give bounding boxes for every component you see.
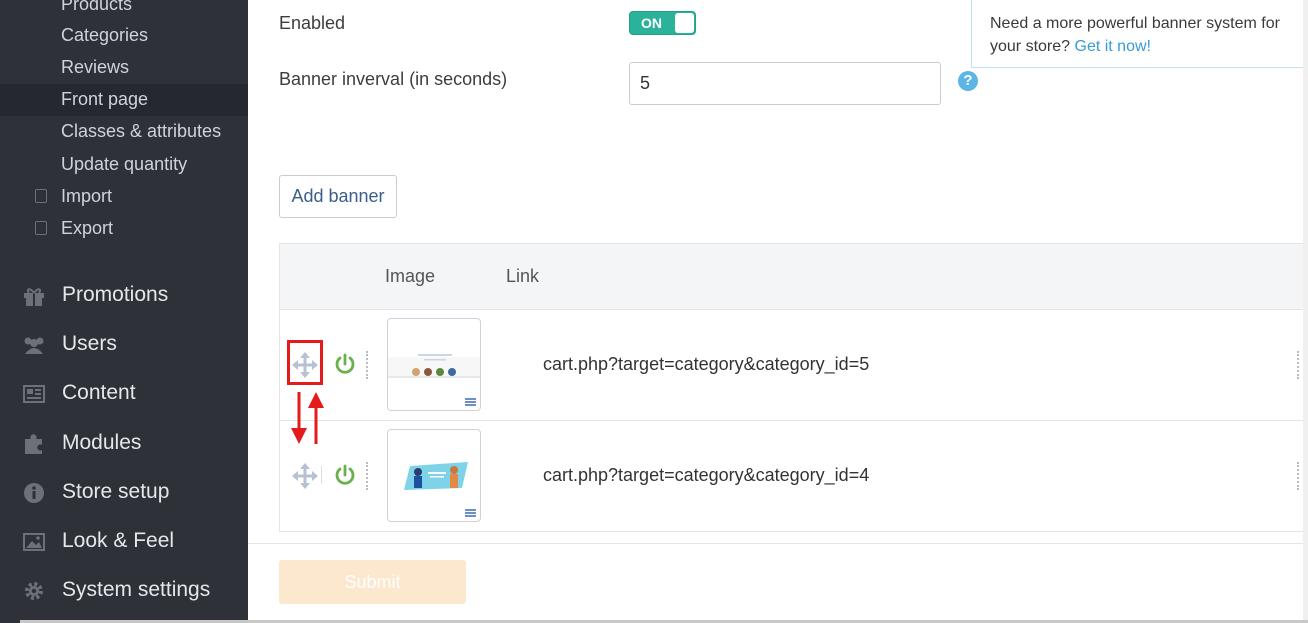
row-divider [321, 466, 324, 484]
sidebar-item-users[interactable]: Users [0, 324, 248, 364]
newspaper-icon [23, 385, 45, 403]
column-header-link: Link [506, 266, 540, 286]
nav-label-modules: Modules [62, 431, 142, 454]
nav-label-store-setup: Store setup [62, 480, 170, 503]
vertical-scrollbar[interactable] [1303, 0, 1308, 623]
import-icon [35, 189, 47, 203]
row-actions-handle[interactable] [1297, 462, 1300, 490]
sidebar-item-export[interactable]: Export [61, 218, 113, 239]
nav-label-look-feel: Look & Feel [62, 529, 175, 552]
sidebar-item-store-setup[interactable]: Store setup [0, 472, 248, 512]
puzzle-icon [25, 434, 42, 454]
gear-icon [25, 582, 43, 600]
power-icon[interactable] [334, 353, 356, 375]
sidebar-item-reviews[interactable]: Reviews [61, 57, 129, 78]
sidebar-item-promotions[interactable]: Promotions [0, 275, 248, 315]
toggle-knob [675, 13, 694, 33]
sidebar-item-products[interactable]: Products [61, 0, 132, 15]
enabled-toggle[interactable]: ON [629, 11, 696, 35]
drag-arrows-icon [291, 392, 324, 444]
sidebar-item-content[interactable]: Content [0, 373, 248, 413]
thumbnail-menu-icon[interactable] [465, 509, 476, 517]
row-divider [366, 462, 369, 490]
banner-thumbnail[interactable] [387, 318, 481, 411]
nav-label-system-settings: System settings [62, 578, 211, 601]
add-banner-button[interactable]: Add banner [279, 175, 397, 218]
interval-label: Banner inverval (in seconds) [279, 69, 508, 89]
column-header-image: Image [385, 266, 436, 286]
toggle-text: ON [641, 15, 662, 31]
users-icon [24, 337, 44, 354]
sidebar: Products Categories Reviews Front page C… [0, 0, 248, 623]
banner-table: Image Link cart.php?target=category&cate… [279, 243, 1308, 532]
sidebar-item-system-settings[interactable]: System settings [0, 570, 248, 610]
sidebar-item-update-quantity[interactable]: Update quantity [61, 154, 187, 175]
thumbnail-menu-icon[interactable] [465, 398, 476, 406]
enabled-label: Enabled [279, 13, 346, 33]
sidebar-item-front-page[interactable]: Front page [61, 89, 148, 110]
info-icon [24, 483, 44, 503]
main-content: Enabled ON Banner inverval (in seconds) … [248, 0, 1308, 623]
nav-label-content: Content [62, 381, 136, 404]
help-icon[interactable]: ? [958, 71, 978, 91]
promo-link[interactable]: Get it now! [1075, 38, 1151, 55]
row-divider [366, 351, 369, 379]
sidebar-item-import[interactable]: Import [61, 186, 112, 207]
move-handle-highlight [287, 340, 323, 385]
nav-label-users: Users [62, 332, 117, 355]
picture-icon [23, 533, 45, 551]
gift-icon [24, 288, 44, 306]
row-actions-handle[interactable] [1297, 351, 1300, 379]
sidebar-item-look-feel[interactable]: Look & Feel [0, 521, 248, 561]
move-handle-icon[interactable] [292, 463, 318, 489]
banner-thumbnail[interactable] [387, 429, 481, 522]
table-row: cart.php?target=category&category_id=5 [280, 310, 1308, 421]
table-header: Image Link [280, 244, 1308, 310]
promo-box: Need a more powerful banner system for y… [971, 0, 1308, 68]
sidebar-item-modules[interactable]: Modules [0, 423, 248, 463]
sidebar-item-categories[interactable]: Categories [61, 25, 148, 46]
banner-link: cart.php?target=category&category_id=4 [543, 465, 870, 485]
power-icon[interactable] [334, 464, 356, 486]
form-footer: Submit [248, 543, 1308, 623]
sidebar-item-classes-attributes[interactable]: Classes & attributes [61, 121, 221, 142]
interval-input[interactable] [629, 62, 941, 105]
nav-label-promotions: Promotions [62, 283, 169, 306]
export-icon [35, 221, 47, 235]
submit-button[interactable]: Submit [279, 560, 466, 604]
banner-link: cart.php?target=category&category_id=5 [543, 354, 870, 374]
table-row: cart.php?target=category&category_id=4 [280, 421, 1308, 532]
